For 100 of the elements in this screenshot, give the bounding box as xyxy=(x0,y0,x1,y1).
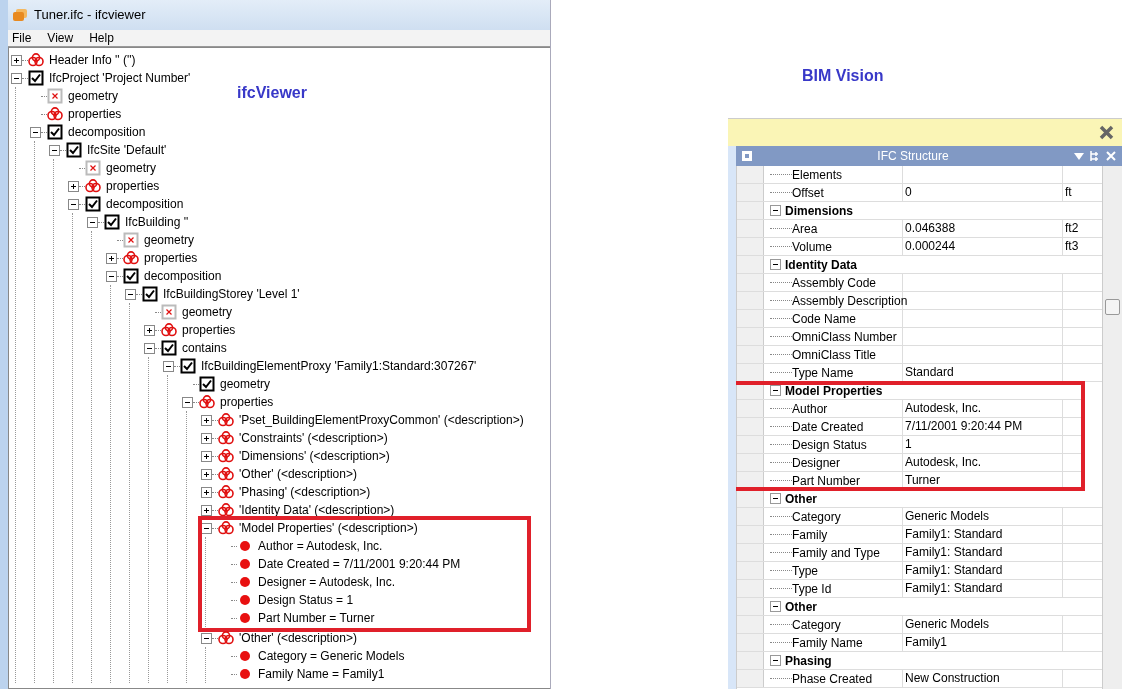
scrollbar[interactable] xyxy=(1102,166,1122,689)
collapse-toggle-icon[interactable] xyxy=(163,360,174,372)
collapse-toggle-icon[interactable] xyxy=(30,126,41,138)
property-value: Turner xyxy=(903,472,1063,489)
property-name: Author xyxy=(792,400,828,418)
expand-toggle-icon[interactable] xyxy=(201,450,212,462)
tree-item-label[interactable]: contains xyxy=(182,339,227,357)
expand-toggle-icon[interactable] xyxy=(201,504,212,516)
property-name: Code Name xyxy=(792,310,857,328)
collapse-toggle-icon[interactable] xyxy=(770,385,781,396)
expand-toggle-icon[interactable] xyxy=(201,432,212,444)
close-icon[interactable] xyxy=(1099,125,1114,140)
tree-item-label[interactable]: properties xyxy=(220,393,274,411)
tree-item-label[interactable]: geometry xyxy=(106,159,157,177)
tree-item-label[interactable]: 'Other' (<description>) xyxy=(239,629,357,647)
collapse-toggle-icon[interactable] xyxy=(144,342,155,354)
panel-menu-icon[interactable] xyxy=(742,151,752,161)
property-unit: ft2 xyxy=(1064,220,1080,237)
dot-icon xyxy=(237,594,253,606)
tree-item-label[interactable]: properties xyxy=(68,105,122,123)
collapse-toggle-icon[interactable] xyxy=(770,259,781,270)
tree-item-label[interactable]: 'Constraints' (<description>) xyxy=(239,429,388,447)
tree-item-label[interactable]: Family Name = Family1 xyxy=(258,665,385,683)
collapse-toggle-icon[interactable] xyxy=(125,288,136,300)
property-set-icon xyxy=(218,485,234,499)
app-icon xyxy=(12,8,28,22)
collapse-toggle-icon[interactable] xyxy=(182,396,193,408)
tree-item-label[interactable]: 'Model Properties' (<description>) xyxy=(239,519,418,537)
tree-item-label[interactable]: 'Dimensions' (<description>) xyxy=(239,447,390,465)
tree-item-label[interactable]: 'Phasing' (<description>) xyxy=(239,483,371,501)
app-caption: BIM Vision xyxy=(802,66,884,86)
property-value: Autodesk, Inc. xyxy=(903,454,1063,471)
tree-item-label[interactable]: geometry xyxy=(144,231,195,249)
property-value: Generic Models xyxy=(903,616,1063,633)
collapse-toggle-icon[interactable] xyxy=(770,493,781,504)
tree-item-label[interactable]: IfcBuildingStorey 'Level 1' xyxy=(163,285,300,303)
checked-checkbox-icon xyxy=(28,70,44,86)
expand-toggle-icon[interactable] xyxy=(11,54,22,66)
property-name: Designer xyxy=(792,454,841,472)
collapse-toggle-icon[interactable] xyxy=(11,72,22,84)
menu-item[interactable]: File xyxy=(12,30,32,46)
dot-icon xyxy=(237,650,253,662)
tree-item-label[interactable]: properties xyxy=(182,321,236,339)
collapse-toggle-icon[interactable] xyxy=(770,601,781,612)
geometry-error-icon xyxy=(47,88,63,104)
checked-checkbox-icon xyxy=(123,268,139,284)
tree-item-label[interactable]: IfcBuildingElementProxy 'Family1:Standard:307267' xyxy=(201,357,477,375)
dot-icon xyxy=(237,576,253,588)
tree-item-label[interactable]: decomposition xyxy=(144,267,222,285)
menu-item[interactable]: Help xyxy=(89,30,114,46)
dropdown-icon[interactable] xyxy=(1074,152,1084,160)
tree-item-label[interactable]: Design Status = 1 xyxy=(258,591,354,609)
expand-toggle-icon[interactable] xyxy=(106,252,117,264)
tree-item-label[interactable]: properties xyxy=(144,249,198,267)
tree-item-label[interactable]: Designer = Autodesk, Inc. xyxy=(258,573,396,591)
property-set-icon xyxy=(218,521,234,535)
tree-item-label[interactable]: Part Number = Turner xyxy=(258,609,375,627)
tree-item-label[interactable]: geometry xyxy=(182,303,233,321)
tree-item-label[interactable]: Date Created = 7/11/2001 9:20:44 PM xyxy=(258,555,461,573)
window-title: Tuner.ifc - ifcviewer xyxy=(34,6,146,25)
scrollbar-thumb[interactable] xyxy=(1105,299,1120,315)
expand-toggle-icon[interactable] xyxy=(144,324,155,336)
tree-item-label[interactable]: IfcBuilding '' xyxy=(125,213,189,231)
tree-item-label[interactable]: Header Info '' ('') xyxy=(49,51,136,69)
collapse-toggle-icon[interactable] xyxy=(201,522,212,534)
tree-item-label[interactable]: 'Pset_BuildingElementProxyCommon' (<description>) xyxy=(239,411,524,429)
collapse-toggle-icon[interactable] xyxy=(49,144,60,156)
expand-toggle-icon[interactable] xyxy=(201,414,212,426)
tree-item-label[interactable]: geometry xyxy=(220,375,271,393)
property-set-icon xyxy=(199,395,215,409)
tree-item-label[interactable]: 'Other' (<description>) xyxy=(239,465,357,483)
property-value: 0.000244 xyxy=(903,238,1063,255)
tree-item-label[interactable]: decomposition xyxy=(106,195,184,213)
property-name: Elements xyxy=(792,166,843,184)
collapse-toggle-icon[interactable] xyxy=(770,655,781,666)
tree-item-label[interactable]: IfcSite 'Default' xyxy=(87,141,167,159)
collapse-toggle-icon[interactable] xyxy=(68,198,79,210)
tree-item-label[interactable]: 'Identity Data' (<description>) xyxy=(239,501,395,519)
tree-item-label[interactable]: IfcProject 'Project Number' xyxy=(49,69,191,87)
expand-toggle-icon[interactable] xyxy=(201,486,212,498)
checked-checkbox-icon xyxy=(161,340,177,356)
collapse-toggle-icon[interactable] xyxy=(770,205,781,216)
menu-item[interactable]: View xyxy=(47,30,74,46)
property-name: Family xyxy=(792,526,828,544)
collapse-toggle-icon[interactable] xyxy=(201,632,212,644)
property-name: Volume xyxy=(792,238,833,256)
expand-toggle-icon[interactable] xyxy=(201,468,212,480)
property-set-icon xyxy=(161,323,177,337)
geometry-error-icon xyxy=(123,232,139,248)
tree-item-label[interactable]: decomposition xyxy=(68,123,146,141)
pin-icon[interactable] xyxy=(1090,151,1100,161)
tree-item-label[interactable]: Category = Generic Models xyxy=(258,647,405,665)
tree-item-label[interactable]: Author = Autodesk, Inc. xyxy=(258,537,383,555)
collapse-toggle-icon[interactable] xyxy=(87,216,98,228)
expand-toggle-icon[interactable] xyxy=(68,180,79,192)
tree-item-label[interactable]: properties xyxy=(106,177,160,195)
dot-icon xyxy=(237,668,253,680)
property-name: Category xyxy=(792,616,841,634)
tree-item-label[interactable]: geometry xyxy=(68,87,119,105)
collapse-toggle-icon[interactable] xyxy=(106,270,117,282)
